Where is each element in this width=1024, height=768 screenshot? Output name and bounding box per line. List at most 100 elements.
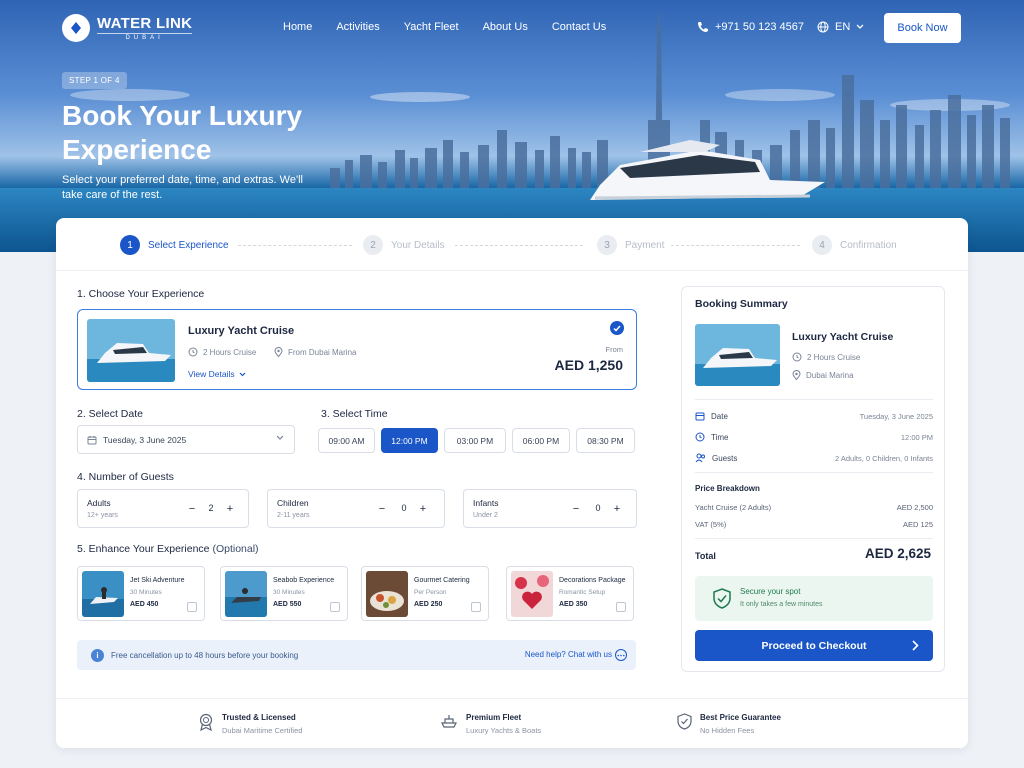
nav-link-about[interactable]: About Us — [483, 21, 528, 33]
extra-checkbox[interactable] — [471, 602, 481, 612]
time-slot-2030[interactable]: 08:30 PM — [576, 428, 635, 453]
yacht-shape — [590, 140, 825, 200]
infants-count: 0 — [595, 503, 601, 513]
cancellation-info-bar: i Free cancellation up to 48 hours befor… — [77, 640, 636, 670]
extra-seabob[interactable]: Seabob Experience 30 Minutes AED 550 — [220, 566, 348, 621]
phone-number: +971 50 123 4567 — [715, 21, 805, 33]
nav-link-activities[interactable]: Activities — [336, 21, 379, 33]
clock-icon — [695, 432, 705, 442]
brand-logo[interactable]: WATER LINK DUBAI — [62, 14, 193, 42]
step-confirmation[interactable]: 4 Confirmation — [812, 235, 897, 255]
award-icon — [199, 713, 213, 731]
phone-link[interactable]: +971 50 123 4567 — [697, 21, 804, 33]
summary-guests-row: Guests 2 Adults, 0 Children, 0 Infants — [695, 453, 933, 463]
date-value: Tuesday, 3 June 2025 — [103, 434, 187, 445]
clock-icon — [792, 352, 802, 362]
price-line-cruise: Yacht Cruise (2 Adults) AED 2,500 — [695, 503, 933, 512]
price-from-label: From — [605, 345, 624, 354]
increment-infants-button[interactable]: + — [610, 502, 624, 516]
hero-banner: WATER LINK DUBAI Home Activities Yacht F… — [0, 0, 1024, 252]
section-title-time: 3. Select Time — [321, 408, 388, 420]
shield-check-icon — [713, 588, 731, 609]
nav-links: Home Activities Yacht Fleet About Us Con… — [283, 21, 630, 33]
location-pin-icon — [792, 370, 801, 380]
booking-stepper: 1 Select Experience 2 Your Details 3 Paymen… — [56, 218, 968, 271]
calendar-icon — [87, 435, 97, 444]
section-title-enhance: 5. Enhance Your Experience (Optional) — [77, 543, 259, 555]
experience-option-card[interactable]: Luxury Yacht Cruise 2 Hours Cruise From … — [77, 309, 637, 390]
guest-counter-children: Children 2-11 years − 0 + — [267, 489, 445, 528]
selected-check-icon — [610, 321, 624, 335]
summary-duration: 2 Hours Cruise — [792, 352, 860, 362]
increment-adults-button[interactable]: + — [223, 502, 237, 516]
catering-thumbnail — [366, 571, 408, 617]
decrement-adults-button[interactable]: − — [185, 502, 199, 516]
total-label: Total — [695, 551, 716, 561]
proceed-to-checkout-button[interactable]: Proceed to Checkout — [695, 630, 933, 661]
language-selector[interactable]: EN — [817, 21, 864, 33]
step-select-experience[interactable]: 1 Select Experience — [120, 235, 229, 255]
guest-counter-infants: Infants Under 2 − 0 + — [463, 489, 637, 528]
extra-gourmet-catering[interactable]: Gourmet Catering Per Person AED 250 — [361, 566, 489, 621]
language-label: EN — [835, 21, 851, 33]
step-payment[interactable]: 3 Payment — [597, 235, 664, 255]
adults-count: 2 — [208, 503, 214, 513]
extra-decorations[interactable]: Decorations Package Romantic Setup AED 3… — [506, 566, 634, 621]
logo-icon — [62, 14, 90, 42]
time-slot-1500[interactable]: 03:00 PM — [444, 428, 506, 453]
step-your-details[interactable]: 2 Your Details — [363, 235, 445, 255]
extra-checkbox[interactable] — [187, 602, 197, 612]
time-slot-1200[interactable]: 12:00 PM — [381, 428, 438, 453]
clock-icon — [188, 347, 198, 357]
decrement-children-button[interactable]: − — [375, 502, 389, 516]
summary-yacht-thumbnail — [695, 324, 780, 386]
info-icon: i — [91, 649, 104, 662]
time-slot-1800[interactable]: 06:00 PM — [512, 428, 570, 453]
chevron-right-icon — [912, 640, 919, 651]
extra-checkbox[interactable] — [616, 602, 626, 612]
secure-spot-notice: Secure your spot It only takes a few min… — [695, 576, 933, 621]
step-connector — [238, 245, 352, 246]
users-icon — [695, 453, 705, 463]
summary-experience-name: Luxury Yacht Cruise — [792, 331, 894, 343]
experience-location: From Dubai Marina — [274, 347, 356, 357]
increment-children-button[interactable]: + — [416, 502, 430, 516]
yacht-thumbnail — [87, 319, 175, 382]
globe-icon — [817, 21, 829, 33]
chat-icon[interactable] — [615, 649, 627, 661]
chevron-down-icon — [276, 435, 284, 440]
trust-badge-licensed: Trusted & Licensed Dubai Maritime Certifi… — [198, 713, 302, 735]
brand-name: WATER LINK — [97, 14, 193, 32]
summary-date-row: Date Tuesday, 3 June 2025 — [695, 411, 933, 421]
children-count: 0 — [401, 503, 407, 513]
section-title-experience: 1. Choose Your Experience — [77, 288, 205, 300]
chevron-down-icon — [239, 372, 246, 376]
section-title-guests: 4. Number of Guests — [77, 471, 174, 483]
ship-icon — [441, 715, 457, 728]
shield-check-icon — [677, 713, 692, 730]
step-connector — [671, 245, 800, 246]
trust-badge-price: Best Price Guarantee No Hidden Fees — [677, 713, 781, 735]
extra-checkbox[interactable] — [330, 602, 340, 612]
brand-sub: DUBAI — [97, 32, 193, 41]
decrement-infants-button[interactable]: − — [569, 502, 583, 516]
help-chat-link[interactable]: Need help? Chat with us — [525, 650, 612, 659]
total-value: AED 2,625 — [864, 546, 931, 561]
book-now-button[interactable]: Book Now — [884, 13, 961, 43]
booking-summary-panel: Booking Summary Luxury Yacht Cruise 2 Ho… — [681, 286, 945, 672]
view-details-link[interactable]: View Details — [188, 369, 246, 379]
trust-badge-fleet: Premium Fleet Luxury Yachts & Boats — [440, 713, 541, 735]
booking-card: 1 Select Experience 2 Your Details 3 Paymen… — [56, 218, 968, 748]
time-slot-0900[interactable]: 09:00 AM — [318, 428, 375, 453]
experience-duration: 2 Hours Cruise — [188, 347, 256, 357]
extra-jet-ski[interactable]: Jet Ski Adventure 30 Minutes AED 450 — [77, 566, 205, 621]
nav-link-contact[interactable]: Contact Us — [552, 21, 606, 33]
page-title: Book Your Luxury Experience — [62, 100, 303, 165]
step-indicator-badge: STEP 1 OF 4 — [62, 72, 127, 89]
price-line-vat: VAT (5%) AED 125 — [695, 520, 933, 529]
date-picker[interactable]: Tuesday, 3 June 2025 — [77, 425, 295, 454]
nav-link-yacht-fleet[interactable]: Yacht Fleet — [404, 21, 459, 33]
section-title-date: 2. Select Date — [77, 408, 143, 420]
nav-link-home[interactable]: Home — [283, 21, 312, 33]
phone-icon — [698, 22, 708, 32]
